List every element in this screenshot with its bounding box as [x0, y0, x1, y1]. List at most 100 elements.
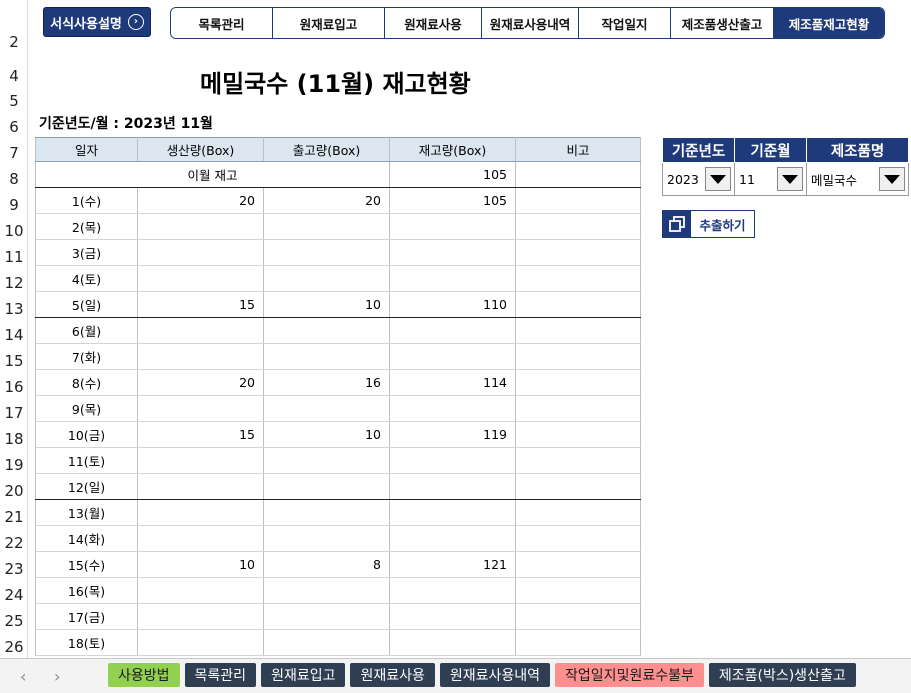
- row-stock[interactable]: 105: [389, 187, 516, 214]
- row-production[interactable]: [137, 395, 264, 422]
- row-date[interactable]: 12(일): [35, 473, 138, 500]
- row-note[interactable]: [515, 343, 641, 370]
- row-date[interactable]: 7(화): [35, 343, 138, 370]
- row-number[interactable]: 12: [0, 274, 28, 292]
- row-number[interactable]: 23: [0, 560, 28, 578]
- row-stock[interactable]: [389, 603, 516, 630]
- carry-over-label[interactable]: 이월 재고: [35, 161, 390, 188]
- row-production[interactable]: [137, 603, 264, 630]
- row-date[interactable]: 8(수): [35, 369, 138, 396]
- row-stock[interactable]: [389, 317, 516, 344]
- row-date[interactable]: 4(토): [35, 265, 138, 292]
- row-date[interactable]: 10(금): [35, 421, 138, 448]
- product-select[interactable]: 메밀국수: [807, 163, 908, 195]
- nav-tab-material-use[interactable]: 원재료사용: [385, 8, 482, 38]
- sheet-prev-icon[interactable]: ‹: [20, 667, 26, 686]
- dropdown-arrow-icon[interactable]: [777, 167, 803, 191]
- row-production[interactable]: [137, 317, 264, 344]
- sheet-tab[interactable]: 원재료입고: [261, 663, 346, 687]
- sheet-tab[interactable]: 제조품(박스)생산출고: [708, 663, 856, 687]
- row-number[interactable]: 7: [0, 144, 28, 162]
- year-select[interactable]: 2023: [663, 163, 734, 195]
- row-note[interactable]: [515, 499, 641, 526]
- row-shipment[interactable]: [263, 629, 390, 656]
- row-stock[interactable]: [389, 395, 516, 422]
- dropdown-arrow-icon[interactable]: [705, 167, 731, 191]
- row-note[interactable]: [515, 447, 641, 474]
- row-note[interactable]: [515, 551, 641, 578]
- row-date[interactable]: 16(목): [35, 577, 138, 604]
- row-shipment[interactable]: [263, 603, 390, 630]
- col-header-date[interactable]: 일자: [35, 137, 138, 162]
- row-shipment[interactable]: [263, 343, 390, 370]
- row-production[interactable]: 20: [137, 369, 264, 396]
- row-shipment[interactable]: 16: [263, 369, 390, 396]
- row-date[interactable]: 5(일): [35, 291, 138, 318]
- row-number[interactable]: 15: [0, 352, 28, 370]
- row-shipment[interactable]: 8: [263, 551, 390, 578]
- row-stock[interactable]: 121: [389, 551, 516, 578]
- row-number[interactable]: 18: [0, 430, 28, 448]
- row-shipment[interactable]: 10: [263, 291, 390, 318]
- row-stock[interactable]: [389, 629, 516, 656]
- row-note[interactable]: [515, 369, 641, 396]
- sheet-tab[interactable]: 사용방법: [108, 663, 180, 687]
- nav-tab-inventory[interactable]: 제조품재고현황: [774, 8, 884, 38]
- sheet-tab[interactable]: 원재료사용: [350, 663, 435, 687]
- nav-tab-worklog[interactable]: 작업일지: [579, 8, 671, 38]
- row-production[interactable]: [137, 499, 264, 526]
- row-production[interactable]: 10: [137, 551, 264, 578]
- row-stock[interactable]: [389, 265, 516, 292]
- row-shipment[interactable]: 20: [263, 187, 390, 214]
- row-shipment[interactable]: [263, 473, 390, 500]
- row-stock[interactable]: 110: [389, 291, 516, 318]
- row-note[interactable]: [515, 265, 641, 292]
- row-stock[interactable]: [389, 213, 516, 240]
- row-production[interactable]: [137, 629, 264, 656]
- row-stock[interactable]: [389, 499, 516, 526]
- nav-tab-material-in[interactable]: 원재료입고: [273, 8, 385, 38]
- row-production[interactable]: [137, 265, 264, 292]
- row-production[interactable]: 20: [137, 187, 264, 214]
- row-shipment[interactable]: [263, 525, 390, 552]
- row-note[interactable]: [515, 629, 641, 656]
- row-date[interactable]: 17(금): [35, 603, 138, 630]
- row-production[interactable]: [137, 525, 264, 552]
- col-header-note[interactable]: 비고: [515, 137, 641, 162]
- col-header-shipment[interactable]: 출고량(Box): [263, 137, 390, 162]
- row-stock[interactable]: [389, 473, 516, 500]
- row-number[interactable]: 4: [0, 67, 28, 85]
- row-note[interactable]: [515, 317, 641, 344]
- row-number[interactable]: 26: [0, 638, 28, 656]
- row-note[interactable]: [515, 187, 641, 214]
- row-production[interactable]: [137, 239, 264, 266]
- row-number[interactable]: 11: [0, 248, 28, 266]
- row-number[interactable]: 17: [0, 404, 28, 422]
- row-shipment[interactable]: [263, 265, 390, 292]
- row-stock[interactable]: [389, 447, 516, 474]
- row-production[interactable]: [137, 343, 264, 370]
- extract-button[interactable]: 추출하기: [662, 210, 755, 238]
- row-number[interactable]: 21: [0, 508, 28, 526]
- row-date[interactable]: 9(목): [35, 395, 138, 422]
- sheet-tab[interactable]: 원재료사용내역: [439, 663, 551, 687]
- dropdown-arrow-icon[interactable]: [879, 167, 905, 191]
- row-number[interactable]: 16: [0, 378, 28, 396]
- row-stock[interactable]: [389, 343, 516, 370]
- row-shipment[interactable]: [263, 447, 390, 474]
- row-note[interactable]: [515, 603, 641, 630]
- row-number[interactable]: 10: [0, 222, 28, 240]
- row-number[interactable]: 6: [0, 118, 28, 136]
- row-date[interactable]: 14(화): [35, 525, 138, 552]
- row-date[interactable]: 6(월): [35, 317, 138, 344]
- row-number[interactable]: 20: [0, 482, 28, 500]
- row-shipment[interactable]: [263, 239, 390, 266]
- carry-over-value[interactable]: 105: [389, 161, 516, 188]
- nav-tab-list[interactable]: 목록관리: [171, 8, 273, 38]
- row-production[interactable]: 15: [137, 421, 264, 448]
- row-number[interactable]: 9: [0, 196, 28, 214]
- row-stock[interactable]: 119: [389, 421, 516, 448]
- row-number[interactable]: 22: [0, 534, 28, 552]
- row-stock[interactable]: [389, 239, 516, 266]
- row-number[interactable]: 5: [0, 92, 28, 110]
